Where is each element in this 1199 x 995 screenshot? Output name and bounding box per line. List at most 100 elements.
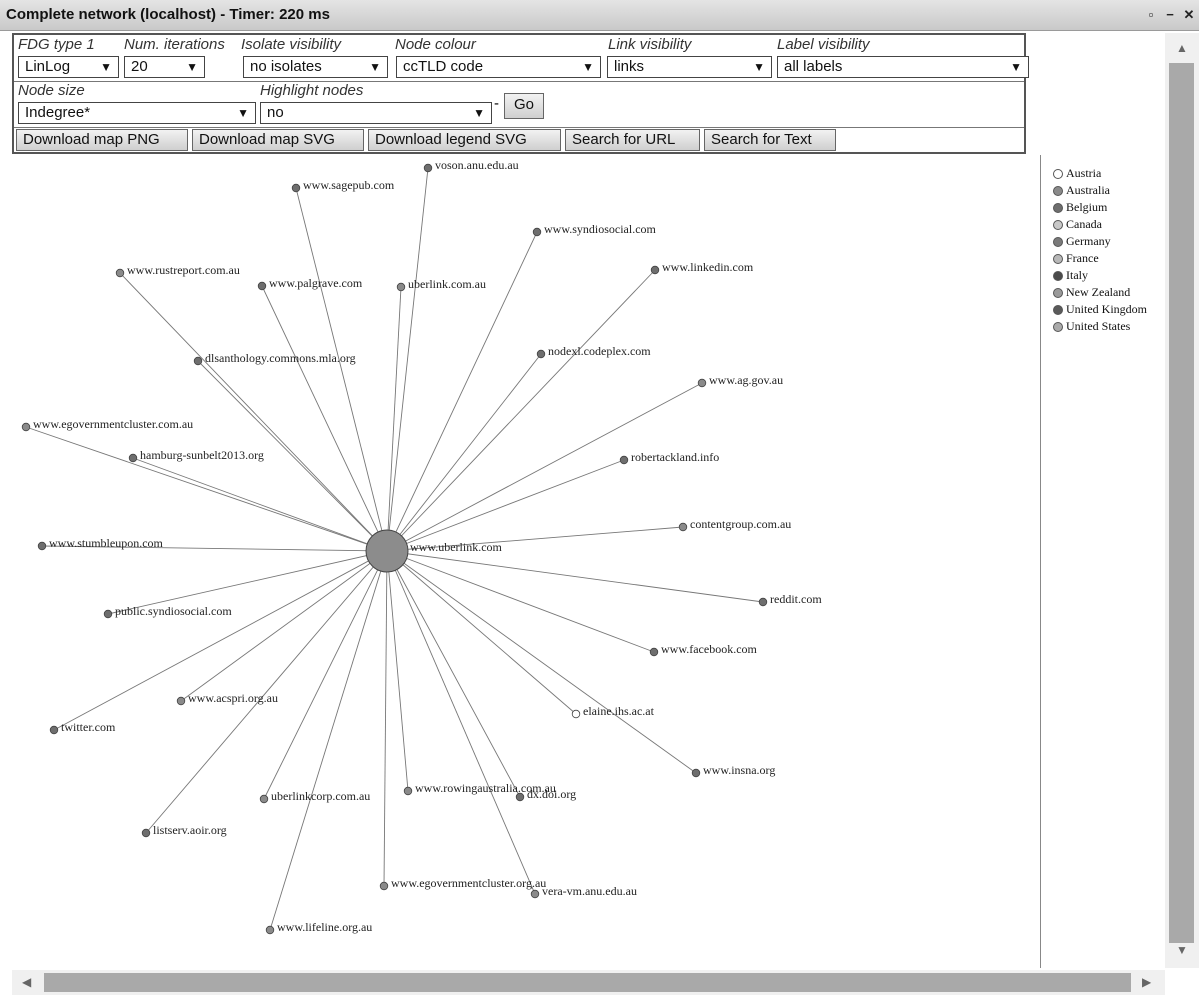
node-colour-label: Node colour — [395, 36, 476, 53]
iterations-select[interactable]: 20 ▼ — [124, 56, 205, 78]
legend-dot-icon — [1053, 288, 1063, 299]
network-node[interactable] — [650, 265, 660, 275]
network-node[interactable] — [403, 786, 413, 796]
network-node-label: www.egovernmentcluster.org.au — [391, 876, 546, 890]
center-node-label: www.uberlink.com — [410, 540, 503, 554]
isolate-select[interactable]: no isolates ▼ — [243, 56, 388, 78]
scroll-down-icon[interactable]: ▼ — [1176, 943, 1188, 957]
controls-row-2: Node size Indegree* ▼ Highlight nodes no ▼… — [14, 81, 1024, 128]
network-node[interactable] — [265, 925, 275, 935]
highlight-select[interactable]: no ▼ — [260, 102, 492, 124]
horizontal-scrollbar[interactable]: ◀ ▶ — [12, 970, 1165, 995]
scroll-left-icon[interactable]: ◀ — [22, 975, 31, 989]
network-link — [180, 550, 388, 702]
network-link — [261, 285, 388, 552]
highlight-label: Highlight nodes — [260, 82, 364, 99]
network-node-label: www.ag.gov.au — [709, 373, 783, 387]
network-node[interactable] — [536, 349, 546, 359]
network-canvas[interactable]: voson.anu.edu.au www.sagepub.com www.syndi… — [12, 155, 1041, 968]
network-node[interactable] — [396, 282, 406, 292]
legend-label: United States — [1066, 319, 1131, 333]
network-link — [132, 457, 388, 552]
horizontal-scroll-thumb[interactable] — [44, 973, 1131, 992]
network-node[interactable] — [423, 163, 433, 173]
search-url-button[interactable]: Search for URL — [565, 129, 700, 151]
window-title: Complete network (localhost) - Timer: 22… — [6, 6, 330, 23]
label-vis-select[interactable]: all labels ▼ — [777, 56, 1029, 78]
network-node[interactable] — [515, 792, 525, 802]
network-node[interactable] — [571, 709, 581, 719]
node-colour-select[interactable]: ccTLD code ▼ — [396, 56, 601, 78]
network-node-label: public.syndiosocial.com — [115, 604, 232, 618]
chevron-down-icon: ▼ — [237, 106, 249, 120]
network-node-label: uberlink.com.au — [408, 277, 486, 291]
network-node-label: robertackland.info — [631, 450, 719, 464]
link-vis-select[interactable]: links ▼ — [607, 56, 772, 78]
search-text-button[interactable]: Search for Text — [704, 129, 836, 151]
network-link — [386, 286, 402, 552]
legend-item: United States — [1053, 318, 1147, 335]
node-size-label: Node size — [18, 82, 85, 99]
node-size-select[interactable]: Indegree* ▼ — [18, 102, 256, 124]
legend-dot-icon — [1053, 186, 1063, 197]
vertical-scroll-thumb[interactable] — [1169, 63, 1194, 943]
network-node[interactable] — [49, 725, 59, 735]
network-node[interactable] — [619, 455, 629, 465]
network-link — [295, 187, 388, 552]
network-node[interactable] — [193, 356, 203, 366]
legend-label: United Kingdom — [1066, 302, 1147, 316]
scroll-up-icon[interactable]: ▲ — [1176, 41, 1188, 55]
network-node[interactable] — [649, 647, 659, 657]
window-buttons: ▫ − ✕ — [1143, 7, 1197, 23]
fdg-type-label: FDG type 1 — [18, 36, 95, 53]
download-legend-button[interactable]: Download legend SVG — [368, 129, 561, 151]
legend: Austria Australia Belgium Canada Germany Fran… — [1053, 165, 1147, 335]
legend-label: Germany — [1066, 234, 1111, 248]
scroll-right-icon[interactable]: ▶ — [1142, 975, 1151, 989]
go-button[interactable]: Go — [504, 93, 544, 119]
network-node[interactable] — [291, 183, 301, 193]
legend-item: New Zealand — [1053, 284, 1147, 301]
network-node-label: www.insna.org — [703, 763, 775, 777]
controls-row-3: Download map PNG Download map SVG Downlo… — [14, 127, 1024, 152]
network-link — [386, 550, 409, 792]
network-link — [263, 550, 388, 800]
network-node[interactable] — [257, 281, 267, 291]
download-png-button[interactable]: Download map PNG — [16, 129, 188, 151]
vertical-scrollbar[interactable]: ▲ ▼ — [1165, 33, 1199, 968]
network-node[interactable] — [532, 227, 542, 237]
network-node-label: www.linkedin.com — [662, 260, 754, 274]
network-node[interactable] — [678, 522, 688, 532]
label-vis-label: Label visibility — [777, 36, 870, 53]
network-node[interactable] — [21, 422, 31, 432]
network-node[interactable] — [691, 768, 701, 778]
network-node[interactable] — [141, 828, 151, 838]
chevron-down-icon: ▼ — [582, 60, 594, 74]
network-node[interactable] — [128, 453, 138, 463]
network-graph[interactable]: voson.anu.edu.au www.sagepub.com www.syndi… — [12, 155, 1040, 968]
network-link — [386, 550, 655, 653]
network-node[interactable] — [103, 609, 113, 619]
download-svg-button[interactable]: Download map SVG — [192, 129, 364, 151]
network-node[interactable] — [115, 268, 125, 278]
iterations-label: Num. iterations — [124, 36, 225, 53]
close-icon[interactable]: ✕ — [1181, 7, 1197, 23]
minimize-icon[interactable]: − — [1162, 7, 1178, 23]
network-node-label: www.sagepub.com — [303, 178, 395, 192]
title-bar: Complete network (localhost) - Timer: 22… — [0, 0, 1199, 31]
network-node[interactable] — [379, 881, 389, 891]
controls-row-1: FDG type 1 LinLog ▼ Num. iterations 20 ▼ I… — [14, 35, 1029, 82]
network-node-label: www.facebook.com — [661, 642, 758, 656]
legend-dot-icon — [1053, 203, 1063, 214]
network-node[interactable] — [758, 597, 768, 607]
network-node[interactable] — [37, 541, 47, 551]
center-node[interactable] — [365, 529, 409, 573]
network-node[interactable] — [697, 378, 707, 388]
network-node[interactable] — [259, 794, 269, 804]
network-node[interactable] — [530, 889, 540, 899]
network-node-label: hamburg-sunbelt2013.org — [140, 448, 264, 462]
restore-icon[interactable]: ▫ — [1143, 7, 1159, 23]
fdg-type-select[interactable]: LinLog ▼ — [18, 56, 119, 78]
legend-item: Canada — [1053, 216, 1147, 233]
network-node[interactable] — [176, 696, 186, 706]
